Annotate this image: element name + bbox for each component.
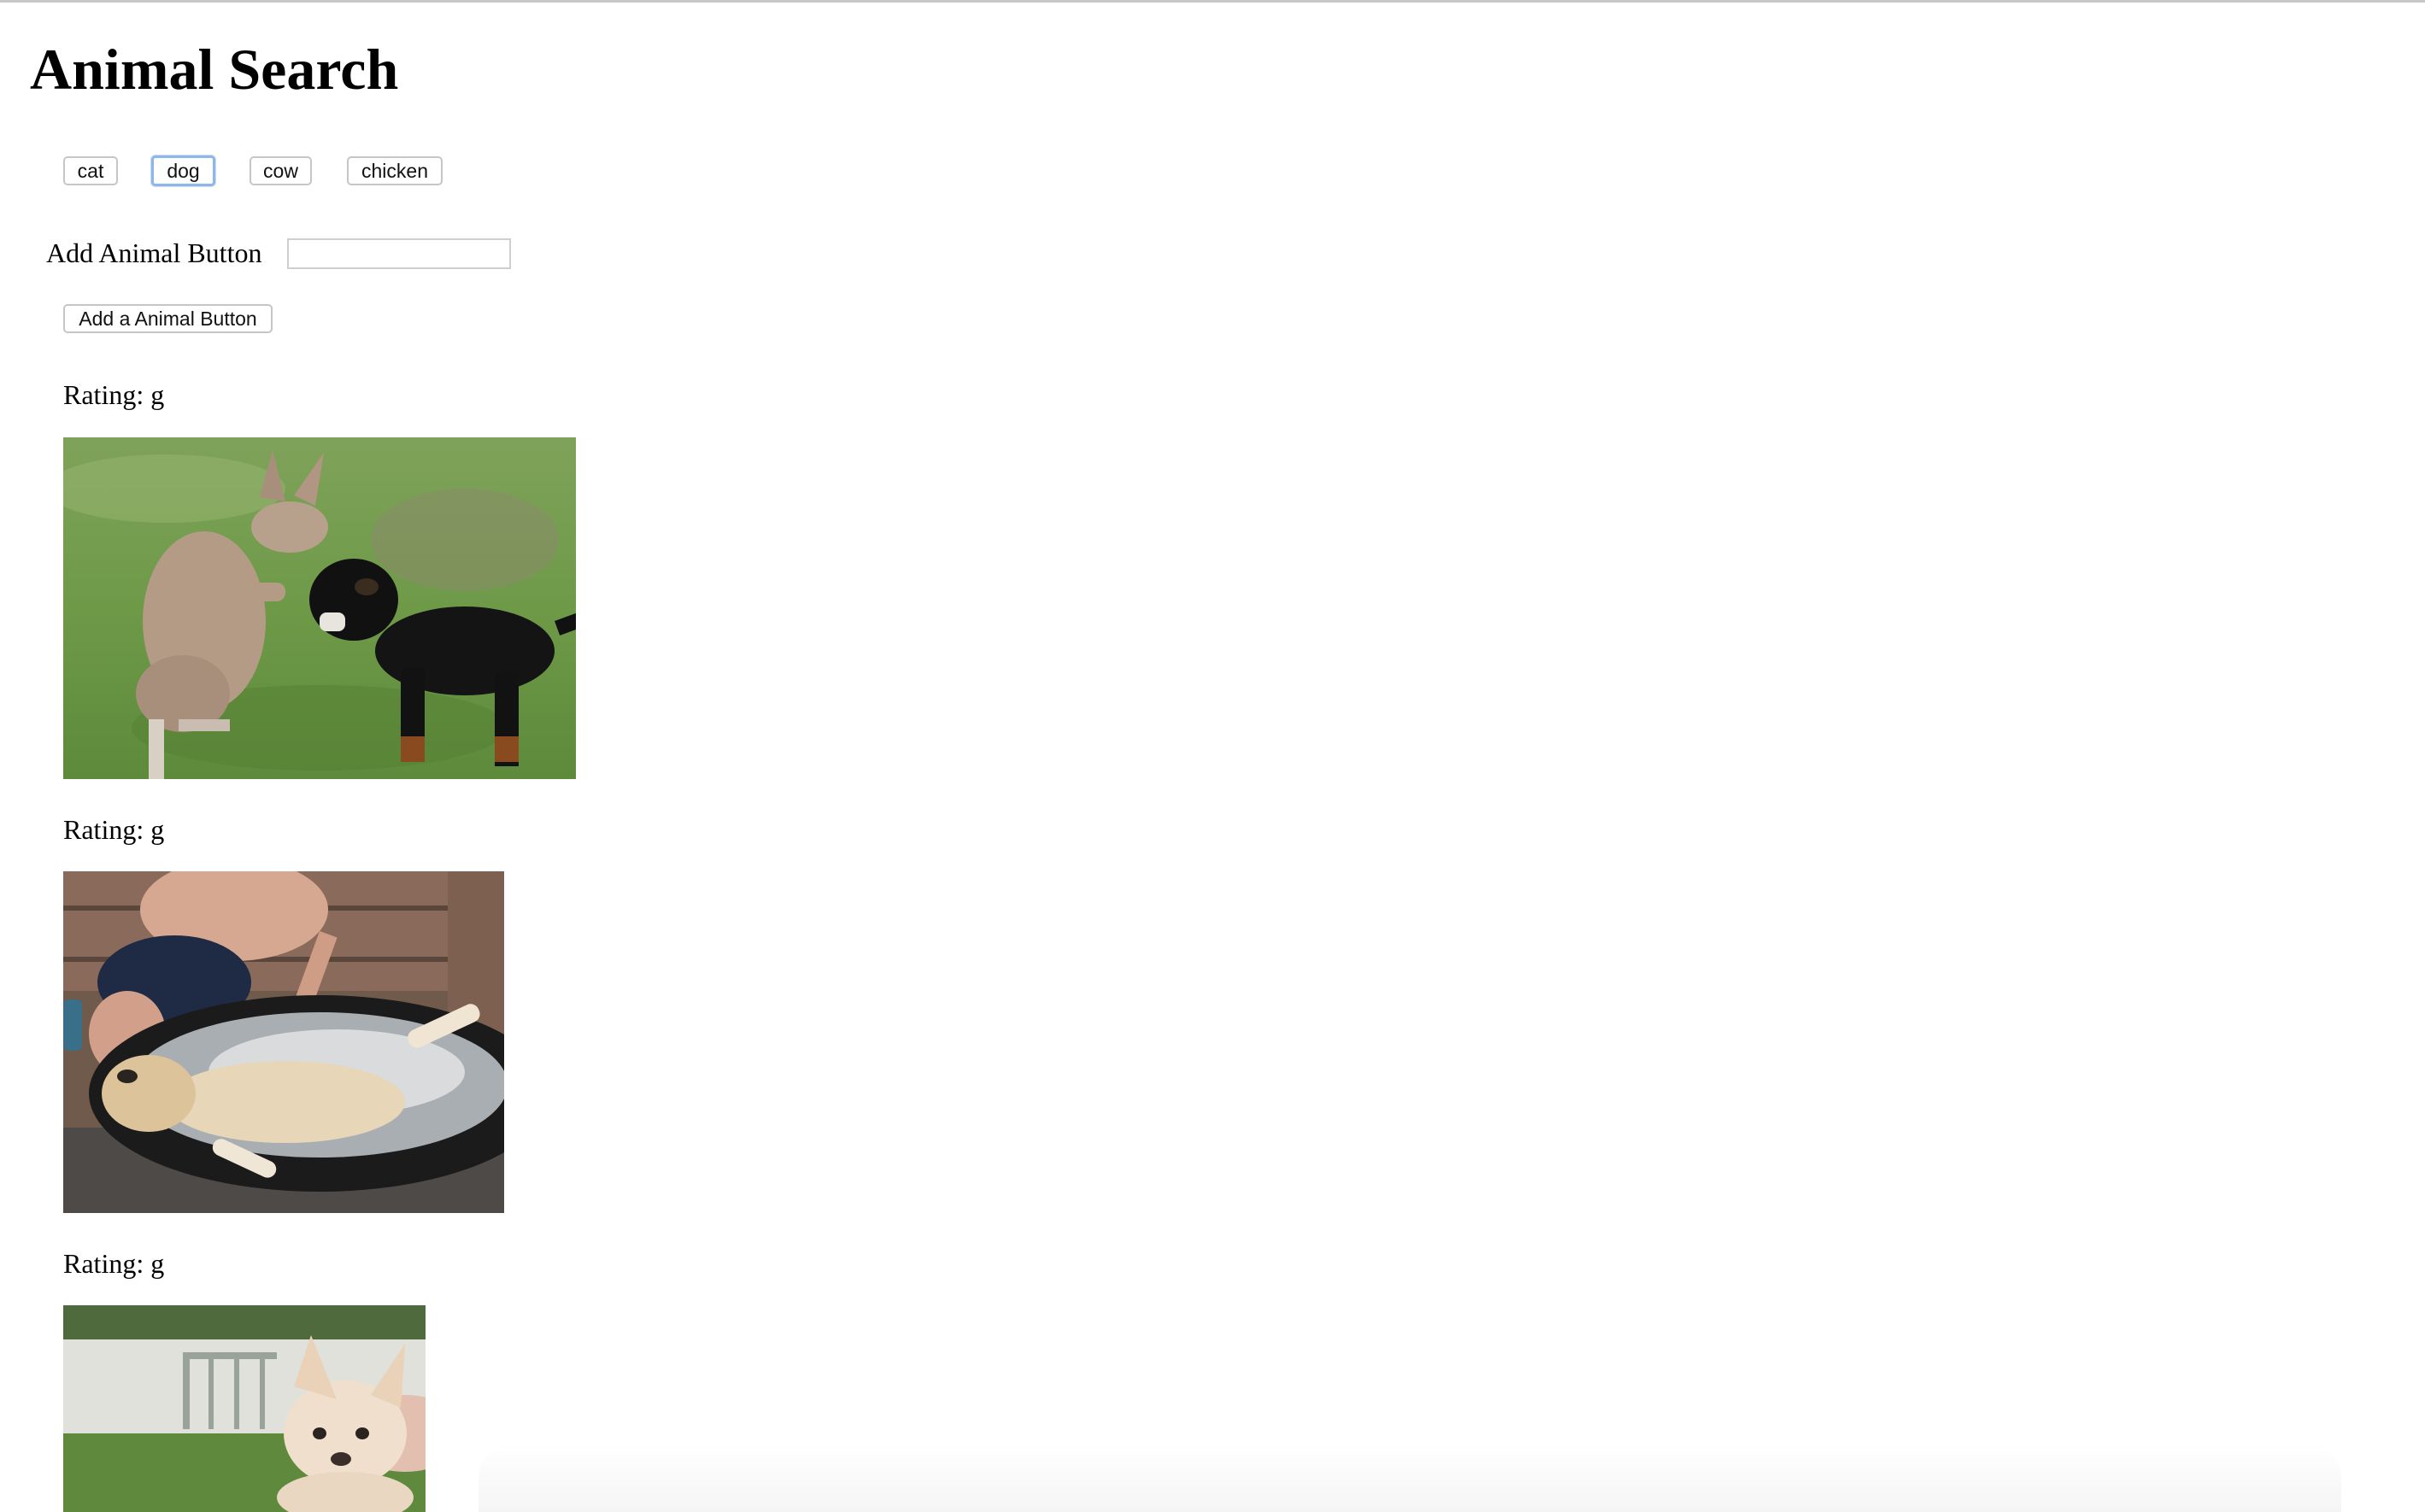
animal-button-cat[interactable]: cat <box>63 156 118 185</box>
window-bottom-shadow <box>479 1444 2341 1512</box>
add-animal-label: Add Animal Button <box>46 237 262 268</box>
puppy-gif-icon <box>63 1305 426 1512</box>
animal-button-cow[interactable]: cow <box>250 156 312 185</box>
add-animal-submit-button[interactable]: Add a Animal Button <box>63 304 273 333</box>
animal-button-chicken[interactable]: chicken <box>347 156 443 185</box>
page-title: Animal Search <box>30 37 399 102</box>
rating-label: Rating: g <box>63 1248 165 1279</box>
kangaroo-and-dog-gif-icon <box>63 437 576 779</box>
animal-button-dog[interactable]: dog <box>151 155 215 186</box>
result-image[interactable] <box>63 1305 426 1512</box>
add-animal-input[interactable] <box>287 238 511 269</box>
result-image[interactable] <box>63 437 576 779</box>
result-image[interactable] <box>63 871 504 1213</box>
window-top-border <box>0 0 2425 3</box>
rating-label: Rating: g <box>63 814 165 845</box>
rating-label: Rating: g <box>63 379 165 410</box>
dog-bath-gif-icon <box>63 871 504 1213</box>
